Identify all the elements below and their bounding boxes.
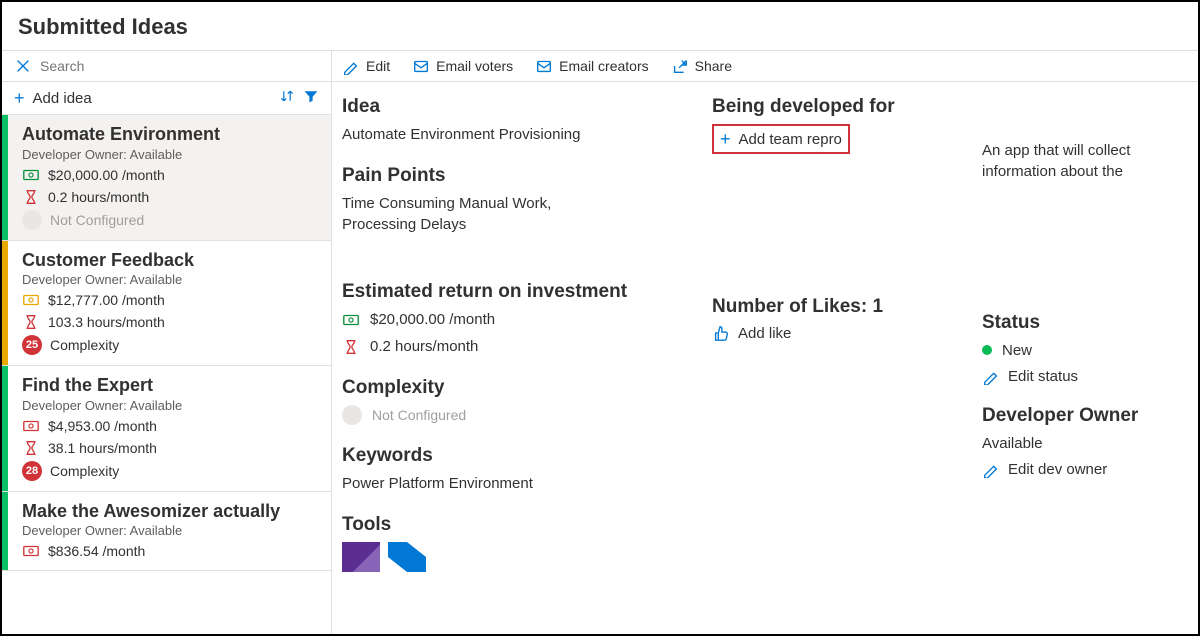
email-voters-button[interactable]: Email voters xyxy=(412,57,513,75)
hourglass-icon xyxy=(342,338,360,356)
card-title: Find the Expert xyxy=(22,374,317,397)
card-complexity: Complexity xyxy=(50,463,119,479)
idea-list: Automate Environment Developer Owner: Av… xyxy=(2,115,331,634)
money-icon xyxy=(22,291,40,309)
idea-card[interactable]: Customer Feedback Developer Owner: Avail… xyxy=(2,241,331,367)
dev-owner-value: Available xyxy=(982,433,1178,454)
hourglass-icon xyxy=(22,313,40,331)
card-money: $12,777.00 /month xyxy=(48,292,165,308)
add-like-button[interactable]: Add like xyxy=(712,324,952,342)
add-team-repro-button[interactable]: + Add team repro xyxy=(720,130,842,148)
card-complexity: Not Configured xyxy=(50,212,144,228)
description-text: An app that will collect information abo… xyxy=(982,140,1182,182)
mail-icon xyxy=(535,57,553,75)
card-hours: 0.2 hours/month xyxy=(48,189,149,205)
detail-panel: Edit Email voters Email creators Share A… xyxy=(332,51,1198,634)
edit-dev-owner-label: Edit dev owner xyxy=(1008,461,1107,478)
complexity-heading: Complexity xyxy=(342,377,682,399)
status-value: New xyxy=(1002,342,1032,359)
card-money: $20,000.00 /month xyxy=(48,167,165,183)
idea-card[interactable]: Make the Awesomizer actually Developer O… xyxy=(2,492,331,572)
complexity-badge: 25 xyxy=(22,335,42,355)
card-owner: Developer Owner: Available xyxy=(22,523,317,538)
plus-icon: + xyxy=(14,89,25,107)
hourglass-icon xyxy=(22,188,40,206)
status-heading: Status xyxy=(982,312,1178,334)
card-hours: 38.1 hours/month xyxy=(48,440,157,456)
add-team-repro-highlight: + Add team repro xyxy=(712,124,850,154)
complexity-badge-icon xyxy=(342,405,362,425)
card-hours: 103.3 hours/month xyxy=(48,314,165,330)
card-title: Automate Environment xyxy=(22,123,317,146)
pen-icon xyxy=(342,57,360,75)
add-team-repro-label: Add team repro xyxy=(739,131,842,148)
plus-icon: + xyxy=(720,130,731,148)
page-header: Submitted Ideas xyxy=(2,2,1198,51)
mail-icon xyxy=(412,57,430,75)
sidebar: + Add idea Automate Environment Develope… xyxy=(2,51,332,634)
tool-tile-purple[interactable] xyxy=(342,542,380,572)
idea-card[interactable]: Find the Expert Developer Owner: Availab… xyxy=(2,366,331,492)
add-like-label: Add like xyxy=(738,325,791,342)
money-icon xyxy=(22,166,40,184)
tool-tiles xyxy=(342,542,682,572)
likes-heading: Number of Likes: 1 xyxy=(712,296,952,318)
page-title: Submitted Ideas xyxy=(18,14,1182,40)
money-icon xyxy=(22,542,40,560)
add-idea-row: + Add idea xyxy=(2,82,331,115)
status-dot-icon xyxy=(982,345,992,355)
dev-owner-heading: Developer Owner xyxy=(982,405,1178,427)
complexity-badge xyxy=(22,210,42,230)
edit-status-button[interactable]: Edit status xyxy=(982,367,1178,385)
money-icon xyxy=(342,311,360,329)
idea-card[interactable]: Automate Environment Developer Owner: Av… xyxy=(2,115,331,241)
sort-icon[interactable] xyxy=(279,88,295,108)
roi-money: $20,000.00 /month xyxy=(370,309,495,330)
pen-icon xyxy=(982,460,1000,478)
edit-label: Edit xyxy=(366,58,390,74)
thumbs-up-icon xyxy=(712,324,730,342)
email-creators-label: Email creators xyxy=(559,58,648,74)
clear-search-icon[interactable] xyxy=(14,57,32,75)
money-icon xyxy=(22,417,40,435)
keywords-heading: Keywords xyxy=(342,445,682,467)
edit-button[interactable]: Edit xyxy=(342,57,390,75)
email-voters-label: Email voters xyxy=(436,58,513,74)
complexity-badge: 28 xyxy=(22,461,42,481)
share-button[interactable]: Share xyxy=(671,57,732,75)
search-input[interactable] xyxy=(40,58,319,74)
roi-hours: 0.2 hours/month xyxy=(370,336,478,357)
roi-heading: Estimated return on investment xyxy=(342,281,682,303)
hourglass-icon xyxy=(22,439,40,457)
add-idea-label: Add idea xyxy=(33,90,92,107)
card-owner: Developer Owner: Available xyxy=(22,147,317,162)
share-icon xyxy=(671,57,689,75)
edit-status-label: Edit status xyxy=(1008,368,1078,385)
pain-points-value: Time Consuming Manual Work, Processing D… xyxy=(342,193,602,235)
add-idea-button[interactable]: + Add idea xyxy=(14,89,271,107)
card-money: $4,953.00 /month xyxy=(48,418,157,434)
card-title: Make the Awesomizer actually xyxy=(22,500,317,523)
card-money: $836.54 /month xyxy=(48,543,145,559)
pain-points-heading: Pain Points xyxy=(342,165,682,187)
detail-toolbar: Edit Email voters Email creators Share xyxy=(332,51,1198,82)
share-label: Share xyxy=(695,58,732,74)
search-row[interactable] xyxy=(2,51,331,82)
card-owner: Developer Owner: Available xyxy=(22,398,317,413)
idea-value: Automate Environment Provisioning xyxy=(342,124,682,145)
keywords-value: Power Platform Environment xyxy=(342,473,682,494)
card-owner: Developer Owner: Available xyxy=(22,272,317,287)
tool-tile-blue[interactable] xyxy=(388,542,426,572)
card-title: Customer Feedback xyxy=(22,249,317,272)
complexity-value: Not Configured xyxy=(372,407,466,423)
filter-icon[interactable] xyxy=(303,88,319,108)
card-complexity: Complexity xyxy=(50,337,119,353)
developed-for-heading: Being developed for xyxy=(712,96,952,118)
email-creators-button[interactable]: Email creators xyxy=(535,57,648,75)
pen-icon xyxy=(982,367,1000,385)
edit-dev-owner-button[interactable]: Edit dev owner xyxy=(982,460,1178,478)
tools-heading: Tools xyxy=(342,514,682,536)
idea-heading: Idea xyxy=(342,96,682,118)
